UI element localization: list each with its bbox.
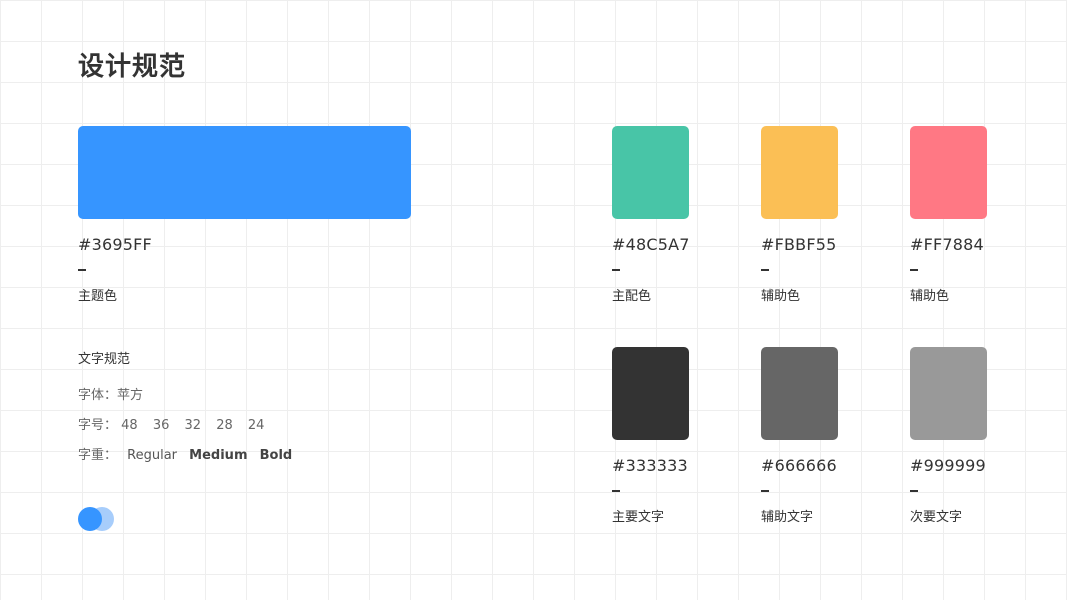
text-color-divider-2 (761, 490, 769, 492)
font-size-value: 48 (121, 418, 138, 433)
text-color-hex-1: #333333 (612, 456, 688, 475)
text-color-swatch-2 (761, 347, 838, 440)
text-color-label-3: 次要文字 (910, 510, 963, 525)
accent-color-divider-2 (761, 269, 769, 271)
typography-title: 文字规范 (78, 352, 131, 367)
primary-color-swatch (78, 126, 411, 219)
accent-color-swatch-2 (761, 126, 838, 219)
page-title: 设计规范 (78, 52, 187, 82)
toggle-knob (78, 507, 102, 531)
accent-color-label-1: 主配色 (612, 289, 652, 304)
accent-color-label-2: 辅助色 (761, 289, 801, 304)
font-weight-row: 字重： Regular Medium Bold (78, 444, 292, 463)
accent-color-label-3: 辅助色 (910, 289, 950, 304)
font-family-label: 字体： (78, 388, 118, 403)
text-color-divider-3 (910, 490, 918, 492)
text-color-hex-3: #999999 (910, 456, 986, 475)
text-color-divider-1 (612, 490, 620, 492)
text-color-hex-2: #666666 (761, 456, 837, 475)
primary-color-label: 主题色 (78, 289, 118, 304)
font-size-value: 24 (247, 418, 265, 433)
accent-color-swatch-3 (910, 126, 987, 219)
font-size-value: 32 (184, 418, 202, 433)
font-family-value: 苹方 (117, 388, 144, 403)
text-color-label-1: 主要文字 (612, 510, 665, 525)
font-weight-medium: Medium (189, 448, 248, 463)
text-color-swatch-3 (910, 347, 987, 440)
font-family-row: 字体：苹方 (78, 384, 143, 403)
accent-color-divider-3 (910, 269, 918, 271)
toggle-switch[interactable] (78, 507, 118, 531)
text-color-swatch-1 (612, 347, 689, 440)
primary-color-divider (78, 269, 86, 271)
accent-color-hex-3: #FF7884 (910, 235, 984, 254)
accent-color-swatch-1 (612, 126, 689, 219)
font-size-value: 36 (152, 418, 170, 433)
accent-color-divider-1 (612, 269, 620, 271)
text-color-label-2: 辅助文字 (761, 510, 814, 525)
font-weight-regular: Regular (127, 448, 178, 463)
font-size-value: 28 (216, 418, 233, 433)
font-weight-label: 字重： (78, 448, 118, 463)
accent-color-hex-1: #48C5A7 (612, 235, 690, 254)
primary-color-hex: #3695FF (78, 235, 152, 254)
font-size-row: 字号： 48 36 32 28 24 (78, 414, 275, 433)
font-weight-bold: Bold (259, 448, 293, 463)
accent-color-hex-2: #FBBF55 (761, 235, 837, 254)
font-size-label: 字号： (78, 418, 118, 433)
